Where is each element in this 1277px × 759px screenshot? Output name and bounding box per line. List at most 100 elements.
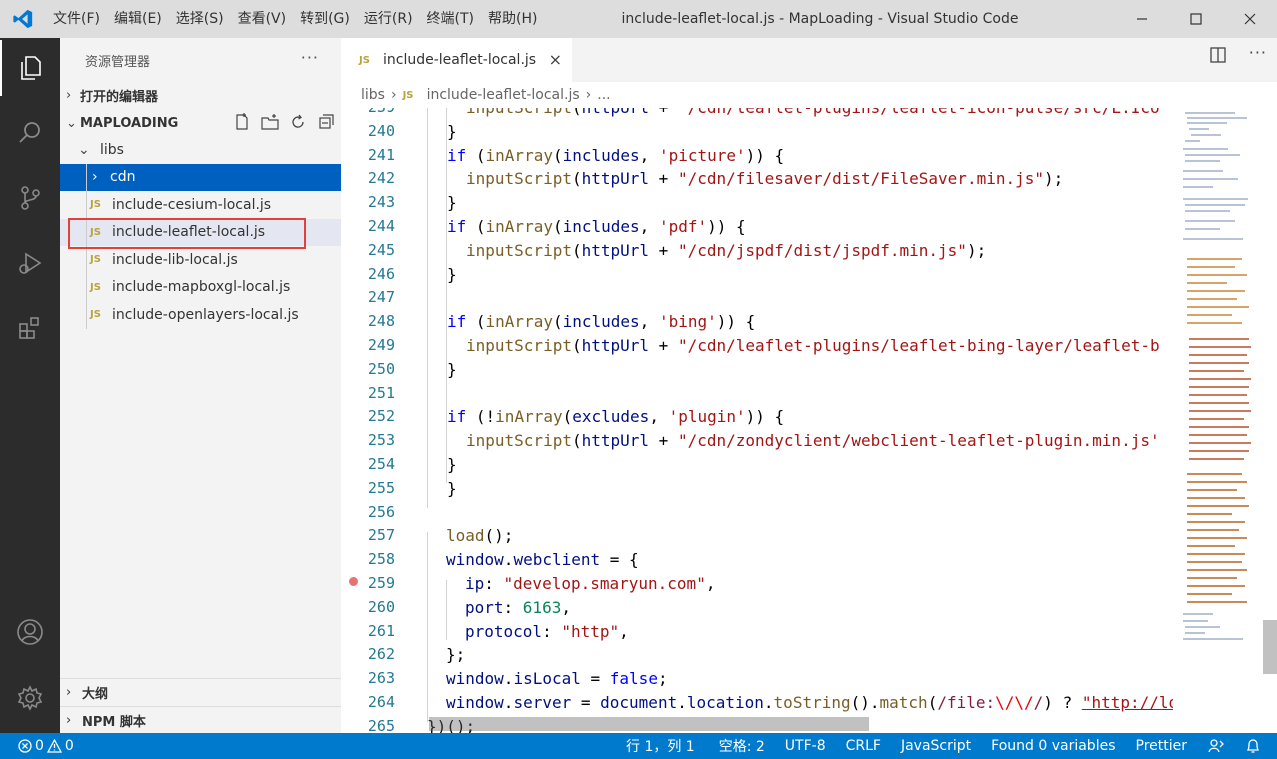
breadcrumb-file[interactable]: include-leaflet-local.js	[427, 87, 580, 103]
menu-terminal[interactable]: 终端(T)	[420, 0, 481, 38]
code-line: }	[447, 455, 457, 474]
source-control-icon[interactable]	[0, 170, 60, 226]
encoding[interactable]: UTF-8	[777, 738, 834, 754]
minimap-preview	[1183, 112, 1251, 640]
variables-status[interactable]: Found 0 variables	[983, 738, 1123, 754]
line-number: 263	[367, 669, 395, 688]
minimize-button[interactable]	[1115, 0, 1169, 38]
file-item[interactable]: JS include-cesium-local.js	[60, 191, 341, 219]
line-number: 249	[367, 336, 395, 354]
line-number: 245	[367, 240, 395, 259]
code-line: port: 6163,	[465, 597, 571, 617]
menu-selection[interactable]: 选择(S)	[169, 0, 231, 38]
menu-view[interactable]: 查看(V)	[231, 0, 294, 38]
npm-scripts-section[interactable]: › NPM 脚本	[60, 706, 341, 734]
extensions-icon[interactable]	[0, 300, 60, 356]
menu-run[interactable]: 运行(R)	[357, 0, 420, 38]
code-line: if (!inArray(excludes, 'plugin')) {	[447, 407, 785, 427]
breadcrumb-libs[interactable]: libs	[361, 87, 385, 103]
indentation[interactable]: 空格: 2	[711, 736, 773, 756]
close-window-button[interactable]	[1223, 0, 1277, 38]
title-bar: 文件(F) 编辑(E) 选择(S) 查看(V) 转到(G) 运行(R) 终端(T…	[0, 0, 1277, 38]
highlight-box	[68, 218, 306, 249]
breakpoint-icon[interactable]	[349, 577, 358, 586]
file-item[interactable]: JS include-openlayers-local.js	[60, 301, 341, 329]
folder-cdn[interactable]: › cdn	[60, 163, 341, 191]
chevron-down-icon: ⌄	[66, 115, 77, 131]
line-number: 250	[367, 359, 395, 378]
status-bar: 0 0 行 1，列 1 空格: 2 UTF-8 CRLF JavaScript …	[0, 733, 1277, 759]
code-line: if (inArray(includes, 'pdf')) {	[447, 217, 746, 236]
line-number: 262	[367, 645, 395, 664]
menu-help[interactable]: 帮助(H)	[481, 0, 544, 38]
prettier-status[interactable]: Prettier	[1128, 738, 1196, 754]
code-line: window.webclient = {	[446, 550, 639, 570]
code-line: inputScript(httpUrl + "/cdn/leaflet-plug…	[466, 336, 1160, 355]
account-icon[interactable]	[0, 604, 60, 660]
more-actions-icon[interactable]: ···	[1249, 45, 1267, 64]
folder-libs-label: libs	[100, 141, 124, 158]
editor-tabs: JS include-leaflet-local.js × ···	[341, 38, 1277, 82]
js-file-icon: JS	[359, 54, 370, 66]
search-icon[interactable]	[0, 105, 60, 161]
outline-section[interactable]: › 大纲	[60, 678, 341, 706]
minimap[interactable]	[1173, 108, 1265, 733]
line-number: 251	[367, 383, 395, 402]
error-icon	[18, 739, 32, 753]
new-folder-icon[interactable]	[261, 113, 279, 131]
more-actions-icon[interactable]: ···	[301, 48, 319, 67]
menu-bar: 文件(F) 编辑(E) 选择(S) 查看(V) 转到(G) 运行(R) 终端(T…	[46, 0, 544, 38]
maximize-button[interactable]	[1169, 0, 1223, 38]
file-label: include-cesium-local.js	[112, 196, 272, 213]
chevron-down-icon: ⌄	[78, 141, 90, 158]
explorer-icon[interactable]	[0, 40, 60, 96]
outline-label: 大纲	[82, 687, 109, 702]
file-item[interactable]: JS include-mapboxgl-local.js	[60, 274, 341, 302]
vertical-scrollbar[interactable]	[1263, 620, 1277, 674]
activity-bar	[0, 38, 60, 733]
line-ending[interactable]: CRLF	[838, 738, 889, 754]
code-line: protocol: "http",	[465, 621, 629, 641]
menu-edit[interactable]: 编辑(E)	[107, 0, 169, 38]
folder-libs[interactable]: ⌄ libs	[60, 136, 341, 164]
code-line: window.server = document.location.toStri…	[446, 693, 1173, 712]
language-mode[interactable]: JavaScript	[893, 738, 979, 754]
file-label: include-openlayers-local.js	[112, 306, 299, 323]
collapse-all-icon[interactable]	[317, 113, 335, 131]
open-editors-section[interactable]: › 打开的编辑器	[60, 82, 341, 108]
menu-go[interactable]: 转到(G)	[293, 0, 357, 38]
breadcrumb-symbol[interactable]: ...	[597, 87, 610, 103]
feedback-icon[interactable]	[1199, 738, 1233, 754]
run-debug-icon[interactable]	[0, 235, 60, 291]
horizontal-scrollbar[interactable]	[429, 717, 869, 731]
window-title: include-leaflet-local.js - MapLoading - …	[621, 11, 1019, 27]
chevron-right-icon: ›	[66, 685, 72, 700]
warning-icon	[46, 739, 62, 753]
file-item[interactable]: JS include-lib-local.js	[60, 246, 341, 274]
explorer-sidebar: 资源管理器 ··· › 打开的编辑器 ⌄ MAPLOADING ⌄ libs ›…	[60, 38, 341, 733]
new-file-icon[interactable]	[233, 113, 251, 131]
warning-count: 0	[64, 738, 74, 754]
tab-include-leaflet-local[interactable]: JS include-leaflet-local.js ×	[341, 38, 572, 82]
problems-indicator[interactable]: 0 0	[0, 738, 82, 754]
chevron-right-icon: ›	[66, 87, 72, 103]
explorer-toolbar	[233, 113, 335, 131]
refresh-icon[interactable]	[289, 113, 307, 131]
line-number: 252	[367, 407, 395, 426]
js-file-icon: JS	[90, 254, 101, 266]
sidebar-title: 资源管理器	[85, 54, 151, 70]
cursor-position[interactable]: 行 1，列 1	[618, 736, 703, 756]
project-section[interactable]: ⌄ MAPLOADING	[60, 110, 341, 136]
menu-file[interactable]: 文件(F)	[46, 0, 107, 38]
js-file-icon: JS	[402, 89, 414, 101]
js-file-icon: JS	[90, 199, 101, 211]
close-tab-icon[interactable]: ×	[549, 50, 562, 69]
split-editor-icon[interactable]	[1209, 46, 1227, 64]
line-number: 255	[367, 478, 395, 497]
file-label: include-mapboxgl-local.js	[112, 279, 291, 296]
notifications-bell-icon[interactable]	[1237, 738, 1269, 754]
code-line: load();	[446, 526, 514, 546]
code-editor[interactable]: 239 240 241 242 243 244 245 246 247 248 …	[341, 108, 1173, 733]
settings-gear-icon[interactable]	[0, 670, 60, 726]
code-line: }	[447, 193, 457, 213]
